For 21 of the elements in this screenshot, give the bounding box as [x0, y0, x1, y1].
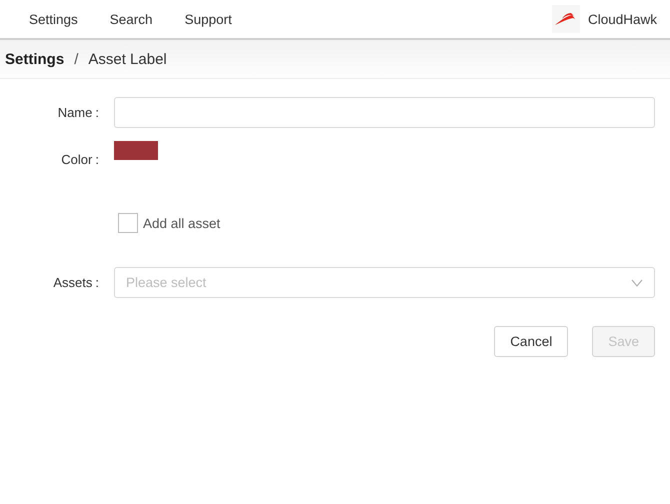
- label-colon: :: [95, 275, 99, 290]
- nav-link[interactable]: Support: [168, 12, 248, 26]
- checkbox-label: Add all asset: [143, 216, 220, 230]
- field-label: Name: [58, 105, 92, 120]
- brand-name: CloudHawk: [588, 12, 657, 26]
- form-button[interactable]: Cancel: [494, 326, 568, 357]
- color-swatch[interactable]: [114, 141, 158, 160]
- breadcrumb-separator: /: [74, 50, 78, 68]
- chevron-down-icon: [631, 278, 643, 286]
- breadcrumb-item: Asset Label: [88, 50, 167, 68]
- label-colon: :: [95, 152, 99, 167]
- nav-link[interactable]: Settings: [13, 12, 94, 26]
- breadcrumb-item[interactable]: Settings: [5, 50, 64, 68]
- label-colon: :: [95, 105, 99, 120]
- nav-link[interactable]: Search: [94, 12, 169, 26]
- field-label: Color: [61, 152, 92, 167]
- hawk-logo-icon: [552, 5, 580, 33]
- name-field[interactable]: [114, 97, 655, 128]
- checkbox[interactable]: [118, 213, 138, 233]
- field-label: Assets: [53, 275, 92, 290]
- select-placeholder: Please select: [126, 275, 206, 290]
